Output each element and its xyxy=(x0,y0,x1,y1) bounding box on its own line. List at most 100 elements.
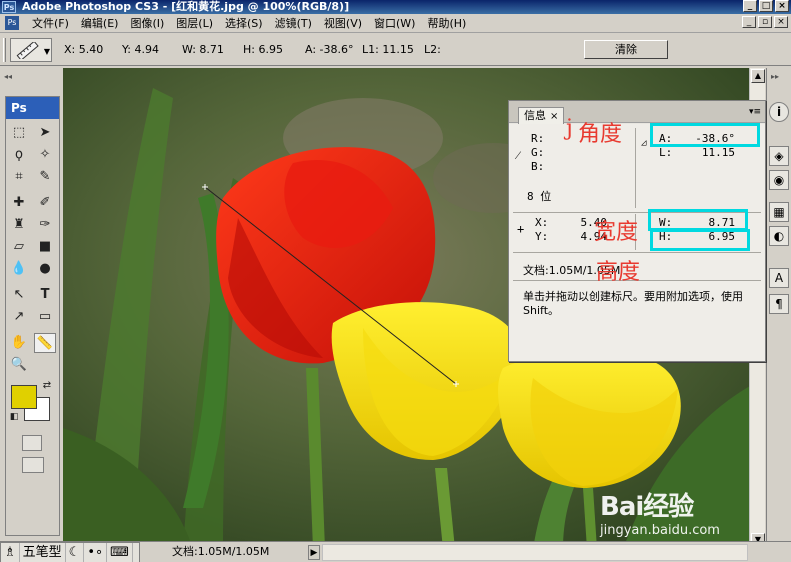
collapse-icon[interactable]: ◂◂ xyxy=(4,72,59,82)
menu-window[interactable]: 窗口(W) xyxy=(368,14,421,33)
slice-icon[interactable]: ✎ xyxy=(34,167,56,187)
scroll-up-icon[interactable]: ▲ xyxy=(751,69,765,83)
title-bar: Ps Adobe Photoshop CS3 - [红和黄花.jpg @ 100… xyxy=(0,0,791,14)
screen-mode-icon[interactable] xyxy=(22,457,44,473)
info-panel-icon[interactable]: i xyxy=(769,102,789,122)
ime-logo-icon[interactable]: ♗ xyxy=(1,543,20,562)
crop-icon[interactable]: ⌗ xyxy=(8,167,30,187)
horizontal-scrollbar[interactable] xyxy=(322,544,748,561)
tool-preset-picker[interactable]: ▼ xyxy=(10,38,52,62)
height-annotation: 高度 xyxy=(596,260,641,285)
history-brush-icon[interactable]: ✑ xyxy=(34,215,56,235)
option-l1: L1: 11.15 xyxy=(362,43,414,56)
option-w: W: 8.71 xyxy=(182,43,224,56)
expand-icon[interactable]: ▸▸ xyxy=(771,72,779,81)
menu-edit[interactable]: 编辑(E) xyxy=(75,14,125,33)
chevron-down-icon: ▼ xyxy=(43,47,50,56)
stray-char: j xyxy=(566,116,573,141)
direct-select-icon[interactable]: ↗ xyxy=(8,307,30,327)
width-annotation: 宽度 xyxy=(594,220,639,245)
divider xyxy=(635,128,636,208)
channels-panel-icon[interactable]: ◉ xyxy=(769,170,789,190)
x-label: X: xyxy=(535,216,549,229)
layers-panel-icon[interactable]: ◈ xyxy=(769,146,789,166)
divider xyxy=(513,252,761,253)
menu-help[interactable]: 帮助(H) xyxy=(421,14,472,33)
maximize-button[interactable]: □ xyxy=(759,0,773,12)
keyboard-icon[interactable]: ⌨ xyxy=(107,543,133,562)
l-value: 11.15 xyxy=(701,146,735,159)
moon-icon[interactable]: ☾ xyxy=(66,543,85,562)
option-angle: A: -38.6° xyxy=(305,43,354,56)
character-panel-icon[interactable]: A xyxy=(769,268,789,288)
brush-icon[interactable]: ✐ xyxy=(34,193,56,213)
ime-toolbar[interactable]: ♗ 五笔型 ☾ •∘ ⌨ xyxy=(0,542,140,562)
option-h: H: 6.95 xyxy=(243,43,283,56)
ime-mode[interactable]: 五笔型 xyxy=(20,543,66,562)
magic-wand-icon[interactable]: ✧ xyxy=(34,145,56,165)
blur-icon[interactable]: 💧 xyxy=(8,259,30,279)
b-label: B: xyxy=(531,160,545,173)
type-icon[interactable]: T xyxy=(34,285,56,305)
menu-view[interactable]: 视图(V) xyxy=(318,14,368,33)
ruler-tool-icon[interactable]: 📏 xyxy=(34,333,56,353)
lasso-icon[interactable]: ϙ xyxy=(8,145,30,165)
menu-image[interactable]: 图像(I) xyxy=(124,14,170,33)
options-bar: ▼ X: 5.40 Y: 4.94 W: 8.71 H: 6.95 A: -38… xyxy=(0,34,791,66)
menu-file[interactable]: 文件(F) xyxy=(26,14,75,33)
menu-bar: Ps 文件(F) 编辑(E) 图像(I) 图层(L) 选择(S) 滤镜(T) 视… xyxy=(0,14,791,33)
tab-info-label: 信息 xyxy=(524,109,546,122)
options-grip[interactable] xyxy=(3,38,6,62)
doc-restore-button[interactable]: ▫ xyxy=(758,16,772,28)
menu-select[interactable]: 选择(S) xyxy=(219,14,269,33)
window-title: Adobe Photoshop CS3 - [红和黄花.jpg @ 100%(R… xyxy=(22,0,350,13)
styles-panel-icon[interactable]: ◐ xyxy=(769,226,789,246)
photoshop-window: Ps Adobe Photoshop CS3 - [红和黄花.jpg @ 100… xyxy=(0,0,791,562)
y-label: Y: xyxy=(535,230,549,243)
eraser-icon[interactable]: ▱ xyxy=(8,237,30,257)
swatches-panel-icon[interactable]: ▦ xyxy=(769,202,789,222)
info-panel-header: 信息 × ▾≡ xyxy=(509,101,765,124)
default-colors-icon[interactable]: ◧ xyxy=(8,411,20,423)
r-label: R: xyxy=(531,132,545,145)
highlight-box-height xyxy=(650,229,750,251)
doc-close-button[interactable]: × xyxy=(774,16,788,28)
document-icon[interactable]: Ps xyxy=(5,16,19,30)
gradient-icon[interactable]: ■ xyxy=(34,237,56,257)
quick-mask-icon[interactable] xyxy=(22,435,42,451)
status-menu-icon[interactable]: ▶ xyxy=(308,545,320,560)
clear-button[interactable]: 清除 xyxy=(584,40,668,59)
ruler-icon xyxy=(16,42,39,59)
paragraph-panel-icon[interactable]: ¶ xyxy=(769,294,789,314)
option-l2: L2: xyxy=(424,43,441,56)
g-label: G: xyxy=(531,146,545,159)
marquee-icon[interactable]: ⬚ xyxy=(8,123,30,143)
panel-menu-icon[interactable]: ▾≡ xyxy=(749,107,761,117)
foreground-color-swatch[interactable] xyxy=(11,385,37,409)
zoom-icon[interactable]: 🔍 xyxy=(8,355,30,375)
healing-brush-icon[interactable]: ✚ xyxy=(8,193,30,213)
option-y: Y: 4.94 xyxy=(122,43,159,56)
menu-filter[interactable]: 滤镜(T) xyxy=(269,14,318,33)
bit-depth: 8 位 xyxy=(527,190,552,203)
move-icon[interactable]: ➤ xyxy=(34,123,56,143)
ps-logo: Ps xyxy=(6,97,59,119)
path-select-icon[interactable]: ↖ xyxy=(8,285,30,305)
close-button[interactable]: × xyxy=(775,0,789,12)
watermark-brand: Bai经验 xyxy=(600,492,694,522)
close-icon[interactable]: × xyxy=(550,111,558,122)
clone-stamp-icon[interactable]: ♜ xyxy=(8,215,30,235)
hand-icon[interactable]: ✋ xyxy=(8,333,30,353)
punctuation-icon[interactable]: •∘ xyxy=(84,543,108,562)
toolbox: Ps ⬚ ➤ ϙ ✧ ⌗ ✎ ✚ ✐ ♜ ✑ ▱ ■ 💧 ● ↖ T ↗ ▭ ✋… xyxy=(5,96,60,536)
tab-info[interactable]: 信息 × xyxy=(518,107,565,124)
doc-minimize-button[interactable]: _ xyxy=(742,16,756,28)
dodge-icon[interactable]: ● xyxy=(34,259,56,279)
right-panel-dock: ▸▸ i ◈ ◉ ▦ ◐ A ¶ xyxy=(766,68,791,549)
menu-layer[interactable]: 图层(L) xyxy=(170,14,219,33)
minimize-button[interactable]: _ xyxy=(743,0,757,12)
eyedropper-icon: ⁄ xyxy=(517,148,520,162)
swap-colors-icon[interactable]: ⇄ xyxy=(40,379,54,393)
watermark-site: jingyan.baidu.com xyxy=(600,523,720,538)
shape-icon[interactable]: ▭ xyxy=(34,307,56,327)
